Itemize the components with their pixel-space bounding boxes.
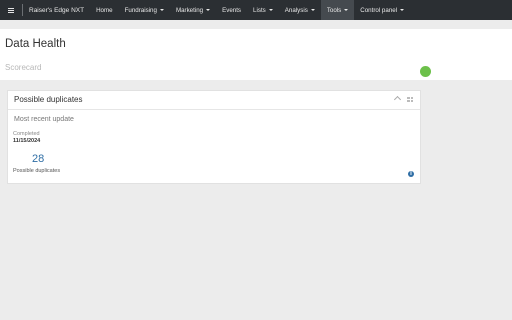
info-icon[interactable]: i xyxy=(408,171,414,177)
nav-item-control-panel[interactable]: Control panel xyxy=(354,0,410,20)
completed-date: 11/15/2024 xyxy=(13,138,41,144)
caret-down-icon xyxy=(310,9,315,11)
caret-down-icon xyxy=(206,9,211,11)
caret-down-icon xyxy=(159,9,164,11)
status-indicator xyxy=(420,66,431,77)
brand-name[interactable]: Raiser's Edge NXT xyxy=(29,7,84,14)
nav-item-label: Analysis xyxy=(284,6,308,14)
caret-down-icon xyxy=(344,9,349,11)
duplicates-count-link[interactable]: 28 xyxy=(32,153,44,165)
duplicates-count-label: Possible duplicates xyxy=(13,168,61,174)
nav-gap-strip xyxy=(0,20,512,29)
nav-item-label: Tools xyxy=(326,6,342,14)
nav-item-marketing[interactable]: Marketing xyxy=(170,0,216,20)
card-divider xyxy=(8,109,420,110)
top-navigation-bar: Raiser's Edge NXT Home Fundraising Marke… xyxy=(0,0,512,20)
page-header: Data Health Scorecard xyxy=(0,29,512,80)
completed-label: Completed xyxy=(13,131,40,137)
nav-item-label: Marketing xyxy=(175,6,204,14)
caret-down-icon xyxy=(400,9,405,11)
nav-item-home[interactable]: Home xyxy=(90,0,119,20)
most-recent-update-label: Most recent update xyxy=(14,116,74,123)
nav-item-label: Lists xyxy=(253,6,266,14)
hamburger-menu-icon[interactable] xyxy=(2,0,20,20)
nav-item-events[interactable]: Events xyxy=(216,0,247,20)
scorecard-subtitle: Scorecard xyxy=(5,63,42,72)
caret-down-icon xyxy=(268,9,273,11)
grid-menu-icon[interactable] xyxy=(407,97,413,102)
nav-separator xyxy=(22,4,23,16)
page-title: Data Health xyxy=(5,38,66,50)
possible-duplicates-card: Possible duplicates Most recent update C… xyxy=(7,90,421,184)
nav-item-analysis[interactable]: Analysis xyxy=(279,0,321,20)
nav-item-tools[interactable]: Tools xyxy=(320,0,355,20)
nav-item-label: Control panel xyxy=(360,6,398,14)
card-title: Possible duplicates xyxy=(14,95,83,104)
nav-item-label: Fundraising xyxy=(124,6,157,14)
chevron-up-icon[interactable] xyxy=(393,95,402,104)
nav-item-label: Home xyxy=(96,6,113,14)
nav-item-fundraising[interactable]: Fundraising xyxy=(119,0,170,20)
nav-item-label: Events xyxy=(222,6,242,14)
nav-item-lists[interactable]: Lists xyxy=(247,0,279,20)
